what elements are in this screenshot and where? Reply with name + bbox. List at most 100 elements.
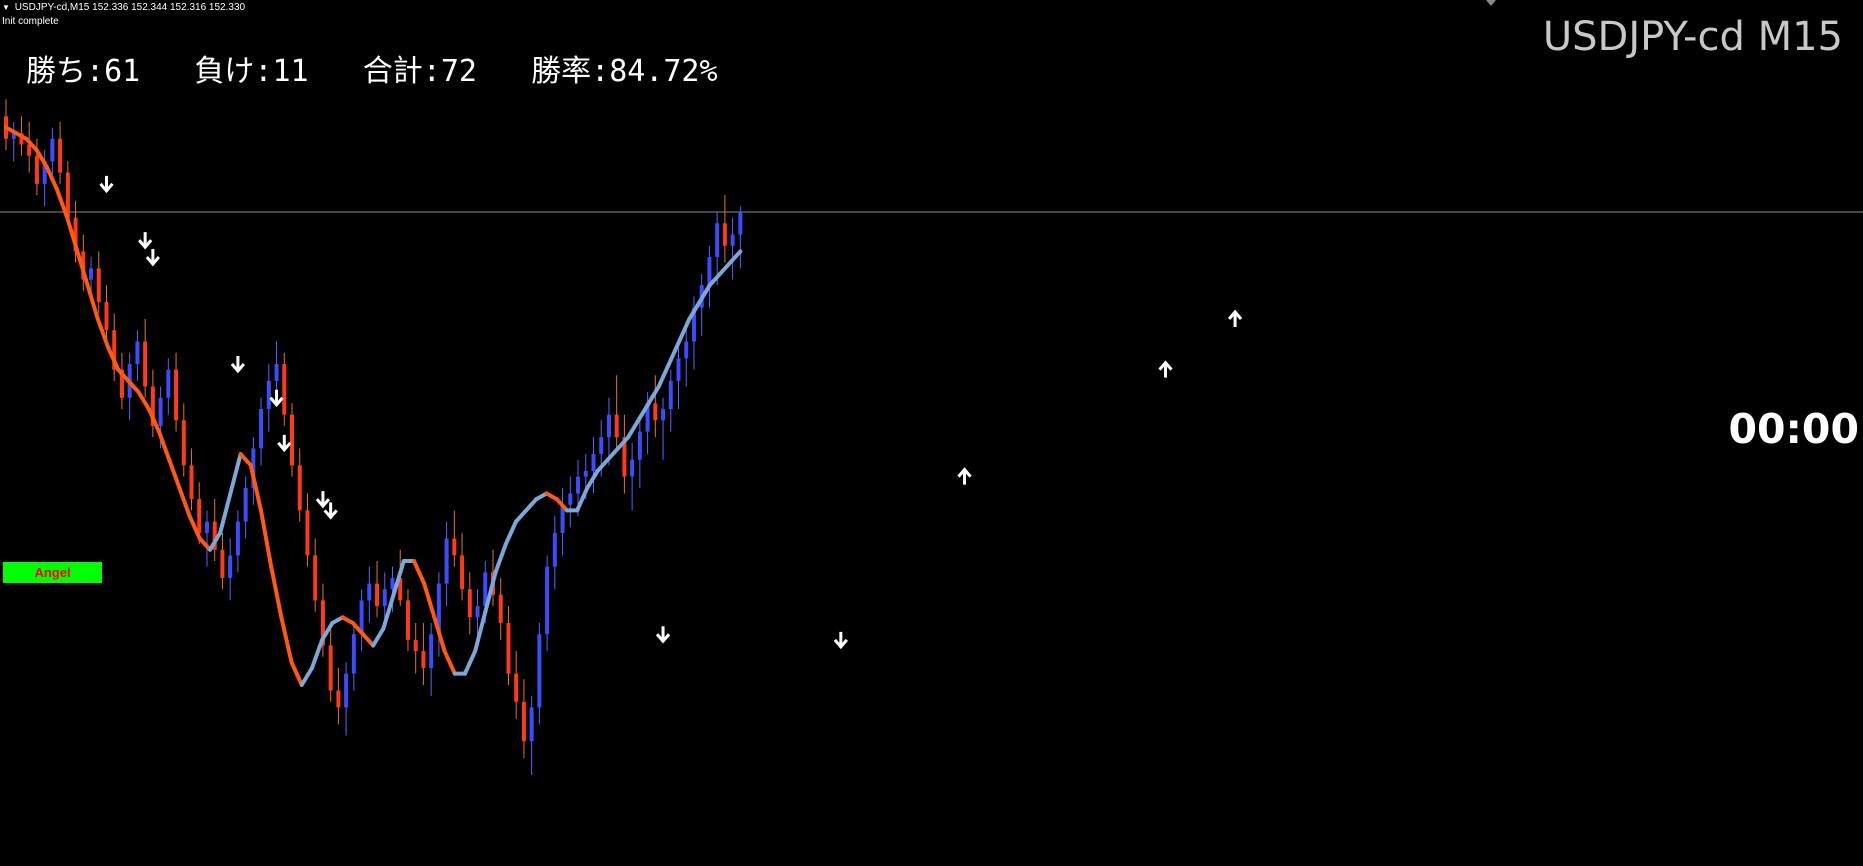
candle-body xyxy=(50,138,55,162)
candle-body xyxy=(367,583,372,601)
candle-body xyxy=(583,470,588,477)
down-arrow-icon xyxy=(315,491,331,509)
ma-segment xyxy=(473,609,488,654)
candle-body xyxy=(599,437,604,455)
candle-body xyxy=(174,369,179,421)
down-arrow-icon xyxy=(655,626,671,644)
candle-body xyxy=(405,600,410,640)
ma-segment xyxy=(371,626,386,648)
ma-curve xyxy=(4,125,743,687)
candle-body xyxy=(197,499,202,533)
init-status: Init complete xyxy=(2,16,59,27)
candle-body xyxy=(336,690,341,708)
wins-value: 61 xyxy=(104,54,141,89)
candle-body xyxy=(104,302,109,331)
down-arrow-icon xyxy=(230,356,246,374)
down-arrow-icon xyxy=(99,175,114,194)
candle-body xyxy=(653,403,658,421)
candle-body xyxy=(460,555,465,590)
ma-segment xyxy=(646,384,661,406)
candle-body xyxy=(506,622,511,674)
ma-segment xyxy=(524,497,539,513)
ma-segment xyxy=(503,519,518,547)
total-label: 合計 xyxy=(362,54,423,89)
ma-segment xyxy=(197,536,212,552)
up-arrow-icon xyxy=(957,467,972,485)
up-arrow-icon xyxy=(1227,309,1243,327)
ma-segment xyxy=(360,632,376,648)
candle-body xyxy=(444,538,449,584)
candle-body xyxy=(421,651,426,668)
ma-segment xyxy=(258,508,274,569)
down-arrow-icon xyxy=(323,502,338,520)
candle-body xyxy=(521,701,526,742)
ma-segment xyxy=(279,615,294,665)
candle-body xyxy=(158,397,163,426)
candle-body xyxy=(375,583,380,607)
candle-body xyxy=(220,549,225,578)
up-arrow-icon xyxy=(1158,360,1173,378)
candle-body xyxy=(614,414,619,438)
ma-segment xyxy=(299,666,314,687)
candle-body xyxy=(351,634,356,674)
candle-body xyxy=(684,341,689,359)
candle-body xyxy=(738,212,743,235)
candle-body xyxy=(235,521,240,556)
ma-segment xyxy=(493,542,508,575)
candle-body xyxy=(34,155,39,184)
candle-body xyxy=(715,223,720,258)
losses-label: 負け xyxy=(194,54,255,89)
ma-segment xyxy=(309,637,325,670)
candle-body xyxy=(204,521,209,533)
ma-segment xyxy=(167,457,182,490)
ma-segment xyxy=(85,283,100,321)
candle-body xyxy=(305,510,310,556)
ma-segment xyxy=(728,249,743,265)
ma-segment xyxy=(218,491,233,535)
candle-body xyxy=(181,420,186,466)
candle-body xyxy=(290,414,295,466)
candle-body xyxy=(545,566,550,635)
candle-body xyxy=(606,414,611,438)
candle-body xyxy=(452,538,457,556)
candle-body xyxy=(429,634,434,668)
candle-body xyxy=(96,268,101,303)
down-arrow-icon xyxy=(833,631,848,650)
candle-body xyxy=(722,223,727,246)
candle-body xyxy=(58,138,63,173)
winrate-label: 勝率 xyxy=(531,54,592,89)
angel-button[interactable]: Angel xyxy=(3,562,102,583)
candle-timer: 00:00 xyxy=(1728,405,1859,453)
ma-segment xyxy=(54,187,70,220)
candle-body xyxy=(537,634,542,708)
ma-segment xyxy=(442,649,457,676)
candle-body xyxy=(89,268,94,280)
ma-segment xyxy=(177,485,192,518)
ma-segment xyxy=(422,581,437,620)
candle-body xyxy=(259,409,264,449)
symbol-quote-text: USDJPY-cd,M15 152.336 152.344 152.316 15… xyxy=(14,2,246,13)
losses-value: 11 xyxy=(272,54,309,89)
candle-body xyxy=(189,465,194,500)
ma-segment xyxy=(289,660,304,687)
candle-body xyxy=(135,341,140,364)
ma-segment xyxy=(228,452,243,496)
candle-body xyxy=(228,555,233,578)
candle-body xyxy=(475,606,480,618)
shift-marker-icon[interactable] xyxy=(1486,0,1496,6)
total-value: 72 xyxy=(440,54,477,89)
candle-body xyxy=(297,465,302,511)
dropdown-triangle-icon[interactable]: ▼ xyxy=(2,3,10,12)
candles-layer xyxy=(4,99,743,775)
down-arrow-icon xyxy=(269,389,284,408)
candle-body xyxy=(413,639,418,652)
ma-segment xyxy=(595,457,610,473)
candle-body xyxy=(382,589,387,607)
price-chart[interactable] xyxy=(0,0,1863,866)
candle-body xyxy=(243,487,248,522)
ma-segment xyxy=(269,564,284,620)
winrate-value: 84.72% xyxy=(609,54,718,89)
wins-label: 勝ち xyxy=(26,54,86,89)
candle-body xyxy=(707,257,712,286)
down-arrow-icon xyxy=(277,434,292,453)
